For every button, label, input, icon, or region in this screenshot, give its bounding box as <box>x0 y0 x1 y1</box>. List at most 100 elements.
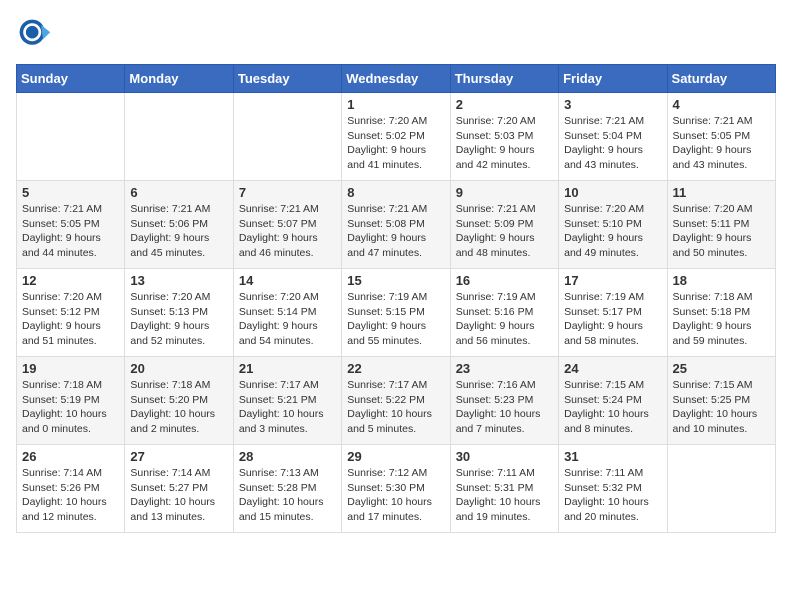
day-content: Sunrise: 7:12 AM Sunset: 5:30 PM Dayligh… <box>347 466 444 525</box>
calendar-day-21: 21 Sunrise: 7:17 AM Sunset: 5:21 PM Dayli… <box>233 357 341 445</box>
day-content: Sunrise: 7:11 AM Sunset: 5:31 PM Dayligh… <box>456 466 553 525</box>
calendar-day-30: 30 Sunrise: 7:11 AM Sunset: 5:31 PM Dayli… <box>450 445 558 533</box>
day-content: Sunrise: 7:18 AM Sunset: 5:20 PM Dayligh… <box>130 378 227 437</box>
calendar-day-5: 5 Sunrise: 7:21 AM Sunset: 5:05 PM Daylig… <box>17 181 125 269</box>
day-content: Sunrise: 7:19 AM Sunset: 5:16 PM Dayligh… <box>456 290 553 349</box>
day-number: 19 <box>22 361 119 376</box>
day-number: 13 <box>130 273 227 288</box>
day-number: 1 <box>347 97 444 112</box>
day-content: Sunrise: 7:15 AM Sunset: 5:24 PM Dayligh… <box>564 378 661 437</box>
day-number: 21 <box>239 361 336 376</box>
calendar-day-4: 4 Sunrise: 7:21 AM Sunset: 5:05 PM Daylig… <box>667 93 775 181</box>
day-content: Sunrise: 7:17 AM Sunset: 5:21 PM Dayligh… <box>239 378 336 437</box>
day-header-thursday: Thursday <box>450 65 558 93</box>
day-header-sunday: Sunday <box>17 65 125 93</box>
calendar-day-28: 28Sunrise: 7:13 AM Sunset: 5:28 PM Dayli… <box>233 445 341 533</box>
calendar-empty-cell <box>17 93 125 181</box>
day-number: 26 <box>22 449 119 464</box>
day-number: 6 <box>130 185 227 200</box>
day-content: Sunrise: 7:20 AM Sunset: 5:03 PM Dayligh… <box>456 114 553 173</box>
day-number: 20 <box>130 361 227 376</box>
calendar-day-18: 18 Sunrise: 7:18 AM Sunset: 5:18 PM Dayli… <box>667 269 775 357</box>
calendar-day-14: 14Sunrise: 7:20 AM Sunset: 5:14 PM Dayli… <box>233 269 341 357</box>
day-number: 23 <box>456 361 553 376</box>
day-content: Sunrise: 7:21 AM Sunset: 5:05 PM Dayligh… <box>673 114 770 173</box>
calendar-day-3: 3 Sunrise: 7:21 AM Sunset: 5:04 PM Daylig… <box>559 93 667 181</box>
day-content: Sunrise: 7:20 AM Sunset: 5:11 PM Dayligh… <box>673 202 770 261</box>
calendar-day-16: 16 Sunrise: 7:19 AM Sunset: 5:16 PM Dayli… <box>450 269 558 357</box>
calendar-day-11: 11 Sunrise: 7:20 AM Sunset: 5:11 PM Dayli… <box>667 181 775 269</box>
day-content: Sunrise: 7:18 AM Sunset: 5:19 PM Dayligh… <box>22 378 119 437</box>
day-header-friday: Friday <box>559 65 667 93</box>
day-number: 7 <box>239 185 336 200</box>
day-content: Sunrise: 7:19 AM Sunset: 5:17 PM Dayligh… <box>564 290 661 349</box>
day-content: Sunrise: 7:16 AM Sunset: 5:23 PM Dayligh… <box>456 378 553 437</box>
calendar-day-13: 13Sunrise: 7:20 AM Sunset: 5:13 PM Dayli… <box>125 269 233 357</box>
day-number: 10 <box>564 185 661 200</box>
day-number: 18 <box>673 273 770 288</box>
calendar-day-7: 7 Sunrise: 7:21 AM Sunset: 5:07 PM Daylig… <box>233 181 341 269</box>
calendar-week-row: 1 Sunrise: 7:20 AM Sunset: 5:02 PM Daylig… <box>17 93 776 181</box>
day-number: 22 <box>347 361 444 376</box>
calendar-day-24: 24 Sunrise: 7:15 AM Sunset: 5:24 PM Dayli… <box>559 357 667 445</box>
calendar-day-23: 23 Sunrise: 7:16 AM Sunset: 5:23 PM Dayli… <box>450 357 558 445</box>
calendar-day-31: 31Sunrise: 7:11 AM Sunset: 5:32 PM Dayli… <box>559 445 667 533</box>
day-number: 24 <box>564 361 661 376</box>
day-number: 30 <box>456 449 553 464</box>
calendar-day-19: 19 Sunrise: 7:18 AM Sunset: 5:19 PM Dayli… <box>17 357 125 445</box>
day-number: 16 <box>456 273 553 288</box>
day-number: 31 <box>564 449 661 464</box>
day-content: Sunrise: 7:20 AM Sunset: 5:02 PM Dayligh… <box>347 114 444 173</box>
calendar-day-12: 12Sunrise: 7:20 AM Sunset: 5:12 PM Dayli… <box>17 269 125 357</box>
day-header-tuesday: Tuesday <box>233 65 341 93</box>
day-number: 15 <box>347 273 444 288</box>
calendar-day-29: 29Sunrise: 7:12 AM Sunset: 5:30 PM Dayli… <box>342 445 450 533</box>
day-content: Sunrise: 7:21 AM Sunset: 5:05 PM Dayligh… <box>22 202 119 261</box>
day-content: Sunrise: 7:21 AM Sunset: 5:08 PM Dayligh… <box>347 202 444 261</box>
calendar-day-10: 10Sunrise: 7:20 AM Sunset: 5:10 PM Dayli… <box>559 181 667 269</box>
day-content: Sunrise: 7:21 AM Sunset: 5:04 PM Dayligh… <box>564 114 661 173</box>
calendar-day-6: 6Sunrise: 7:21 AM Sunset: 5:06 PM Daylig… <box>125 181 233 269</box>
calendar-day-9: 9 Sunrise: 7:21 AM Sunset: 5:09 PM Daylig… <box>450 181 558 269</box>
day-number: 3 <box>564 97 661 112</box>
day-content: Sunrise: 7:21 AM Sunset: 5:07 PM Dayligh… <box>239 202 336 261</box>
day-number: 4 <box>673 97 770 112</box>
day-content: Sunrise: 7:20 AM Sunset: 5:12 PM Dayligh… <box>22 290 119 349</box>
day-content: Sunrise: 7:14 AM Sunset: 5:27 PM Dayligh… <box>130 466 227 525</box>
calendar-week-row: 26 Sunrise: 7:14 AM Sunset: 5:26 PM Dayli… <box>17 445 776 533</box>
calendar-empty-cell <box>125 93 233 181</box>
day-number: 17 <box>564 273 661 288</box>
day-number: 25 <box>673 361 770 376</box>
calendar-day-27: 27 Sunrise: 7:14 AM Sunset: 5:27 PM Dayli… <box>125 445 233 533</box>
calendar-day-2: 2Sunrise: 7:20 AM Sunset: 5:03 PM Daylig… <box>450 93 558 181</box>
day-content: Sunrise: 7:15 AM Sunset: 5:25 PM Dayligh… <box>673 378 770 437</box>
day-content: Sunrise: 7:19 AM Sunset: 5:15 PM Dayligh… <box>347 290 444 349</box>
calendar-week-row: 5 Sunrise: 7:21 AM Sunset: 5:05 PM Daylig… <box>17 181 776 269</box>
day-content: Sunrise: 7:20 AM Sunset: 5:14 PM Dayligh… <box>239 290 336 349</box>
calendar-day-8: 8Sunrise: 7:21 AM Sunset: 5:08 PM Daylig… <box>342 181 450 269</box>
calendar-day-15: 15 Sunrise: 7:19 AM Sunset: 5:15 PM Dayli… <box>342 269 450 357</box>
logo <box>16 16 56 52</box>
day-content: Sunrise: 7:14 AM Sunset: 5:26 PM Dayligh… <box>22 466 119 525</box>
calendar-day-25: 25 Sunrise: 7:15 AM Sunset: 5:25 PM Dayli… <box>667 357 775 445</box>
day-content: Sunrise: 7:17 AM Sunset: 5:22 PM Dayligh… <box>347 378 444 437</box>
day-number: 5 <box>22 185 119 200</box>
calendar-empty-cell <box>667 445 775 533</box>
day-content: Sunrise: 7:18 AM Sunset: 5:18 PM Dayligh… <box>673 290 770 349</box>
calendar-day-22: 22 Sunrise: 7:17 AM Sunset: 5:22 PM Dayli… <box>342 357 450 445</box>
day-number: 27 <box>130 449 227 464</box>
day-number: 11 <box>673 185 770 200</box>
calendar-day-26: 26 Sunrise: 7:14 AM Sunset: 5:26 PM Dayli… <box>17 445 125 533</box>
page-header <box>16 16 776 52</box>
calendar-day-1: 1 Sunrise: 7:20 AM Sunset: 5:02 PM Daylig… <box>342 93 450 181</box>
calendar-table: SundayMondayTuesdayWednesdayThursdayFrid… <box>16 64 776 533</box>
day-content: Sunrise: 7:21 AM Sunset: 5:09 PM Dayligh… <box>456 202 553 261</box>
calendar-day-17: 17 Sunrise: 7:19 AM Sunset: 5:17 PM Dayli… <box>559 269 667 357</box>
day-content: Sunrise: 7:13 AM Sunset: 5:28 PM Dayligh… <box>239 466 336 525</box>
day-header-saturday: Saturday <box>667 65 775 93</box>
day-number: 9 <box>456 185 553 200</box>
logo-icon <box>16 16 52 52</box>
calendar-header-row: SundayMondayTuesdayWednesdayThursdayFrid… <box>17 65 776 93</box>
calendar-empty-cell <box>233 93 341 181</box>
day-header-monday: Monday <box>125 65 233 93</box>
